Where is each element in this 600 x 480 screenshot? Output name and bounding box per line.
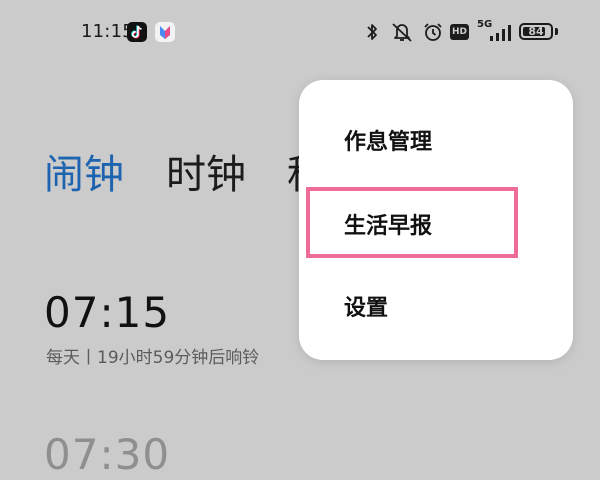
bluetooth-icon xyxy=(367,24,377,40)
alarm-time[interactable]: 07:15 xyxy=(44,288,170,338)
status-bar: 11:15 HD 5G 84 xyxy=(0,0,600,64)
alarm-description: 每天丨19小时59分钟后响铃 xyxy=(46,348,260,368)
alarm-icon xyxy=(424,23,442,41)
highlight-box xyxy=(306,187,518,258)
alarm-time[interactable]: 07:30 xyxy=(44,430,170,480)
battery-icon: 84 xyxy=(519,23,553,40)
battery-level: 84 xyxy=(528,25,544,38)
hd-badge: HD xyxy=(450,24,469,40)
tab-alarm[interactable]: 闹钟 xyxy=(44,150,124,200)
battery-cap xyxy=(555,28,558,35)
mute-icon xyxy=(392,23,412,42)
tab-clock[interactable]: 时钟 xyxy=(166,150,246,200)
menu-item-sleep-management[interactable]: 作息管理 xyxy=(344,124,432,156)
signal-icon xyxy=(490,25,511,41)
status-time: 11:15 xyxy=(81,21,134,42)
tiktok-icon xyxy=(127,22,147,42)
app-store-icon xyxy=(155,22,175,42)
menu-item-settings[interactable]: 设置 xyxy=(344,290,388,322)
